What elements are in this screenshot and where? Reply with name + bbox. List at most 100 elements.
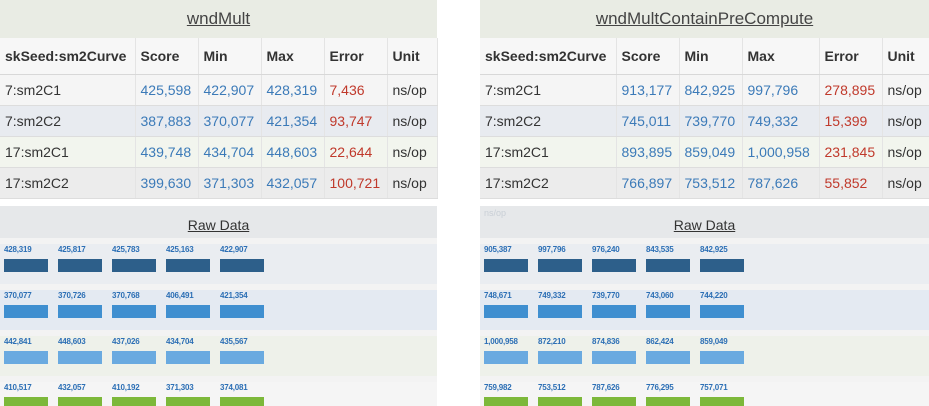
raw-data-cell: 744,220: [700, 290, 744, 318]
raw-data-cell: 862,424: [646, 336, 690, 364]
column-header-params[interactable]: skSeed:sm2Curve: [480, 38, 617, 75]
cell-min: 434,704: [198, 136, 262, 168]
cell-error: 7,436: [324, 74, 388, 106]
raw-data-value: 905,387: [484, 245, 512, 254]
table-row: 17:sm2C1 893,895 859,049 1,000,958 231,8…: [480, 136, 929, 168]
cell-params: 7:sm2C1: [480, 74, 617, 106]
raw-data-row: 905,387 997,796 976,240 843,535 842,925: [480, 244, 929, 284]
column-header-score[interactable]: Score: [135, 38, 199, 75]
raw-data-cell: 874,836: [592, 336, 636, 364]
panel-title-link[interactable]: wndMultContainPreCompute: [596, 9, 813, 28]
raw-data-value: 425,817: [58, 245, 86, 254]
panel-wndmultcontainprecompute: wndMultContainPreCompute skSeed:sm2Curve…: [480, 0, 929, 406]
cell-error: 231,845: [819, 136, 883, 168]
column-header-error[interactable]: Error: [819, 38, 883, 75]
raw-data-bar: [646, 259, 690, 272]
raw-data-bar: [166, 259, 210, 272]
raw-data-header: Raw Data: [480, 206, 929, 238]
raw-data-bar: [700, 397, 744, 406]
raw-data-bar: [484, 351, 528, 364]
raw-data-cell: 425,163: [166, 244, 210, 272]
table-header-row: skSeed:sm2Curve Score Min Max Error Unit: [0, 38, 438, 75]
raw-data-cell: 872,210: [538, 336, 582, 364]
raw-data-bar: [220, 351, 264, 364]
cell-unit: ns/op: [387, 167, 438, 199]
raw-data-bar: [58, 305, 102, 318]
column-header-min[interactable]: Min: [679, 38, 743, 75]
panel-title: wndMult: [0, 0, 437, 38]
column-header-params[interactable]: skSeed:sm2Curve: [0, 38, 136, 75]
panel-title-link[interactable]: wndMult: [187, 9, 250, 28]
raw-data-value: 425,783: [112, 245, 140, 254]
cell-params: 7:sm2C2: [480, 105, 617, 137]
cell-params: 17:sm2C1: [0, 136, 136, 168]
cell-score: 893,895: [616, 136, 680, 168]
cell-min: 371,303: [198, 167, 262, 199]
cell-params: 7:sm2C2: [0, 105, 136, 137]
raw-data-bar: [220, 305, 264, 318]
column-header-unit[interactable]: Unit: [882, 38, 929, 75]
cell-score: 399,630: [135, 167, 199, 199]
cell-unit: ns/op: [882, 105, 929, 137]
cell-unit: ns/op: [387, 105, 438, 137]
raw-data-row: 370,077 370,726 370,768 406,491 421,354: [0, 290, 437, 330]
raw-data-cell: 410,517: [4, 382, 48, 406]
cell-score: 766,897: [616, 167, 680, 199]
raw-data-value: 843,535: [646, 245, 674, 254]
raw-data-toggle[interactable]: Raw Data: [674, 217, 735, 233]
cell-error: 93,747: [324, 105, 388, 137]
raw-data-cell: 434,704: [166, 336, 210, 364]
raw-data-value: 370,077: [4, 291, 32, 300]
column-header-max[interactable]: Max: [261, 38, 325, 75]
raw-data-cell: 448,603: [58, 336, 102, 364]
cell-unit: ns/op: [387, 74, 438, 106]
results-table: skSeed:sm2Curve Score Min Max Error Unit…: [480, 38, 929, 199]
cell-params: 17:sm2C2: [480, 167, 617, 199]
cell-max: 421,354: [261, 105, 325, 137]
raw-data-row: 428,319 425,817 425,783 425,163 422,907: [0, 244, 437, 284]
cell-error: 100,721: [324, 167, 388, 199]
column-header-min[interactable]: Min: [198, 38, 262, 75]
raw-data-bar: [538, 397, 582, 406]
raw-data-value: 862,424: [646, 337, 674, 346]
raw-data-value: 859,049: [700, 337, 728, 346]
raw-data-value: 410,517: [4, 383, 32, 392]
table-row: 17:sm2C2 399,630 371,303 432,057 100,721…: [0, 167, 438, 199]
raw-data-cell: 748,671: [484, 290, 528, 318]
raw-data-row: 1,000,958 872,210 874,836 862,424 859,049: [480, 336, 929, 376]
raw-data-value: 874,836: [592, 337, 620, 346]
column-header-unit[interactable]: Unit: [387, 38, 438, 75]
table-row: 17:sm2C1 439,748 434,704 448,603 22,644 …: [0, 136, 438, 168]
raw-data-bar: [592, 351, 636, 364]
raw-data-bar: [538, 351, 582, 364]
cell-max: 432,057: [261, 167, 325, 199]
raw-data-bar: [700, 305, 744, 318]
cell-unit: ns/op: [387, 136, 438, 168]
cell-score: 913,177: [616, 74, 680, 106]
raw-data-value: 437,026: [112, 337, 140, 346]
raw-data-toggle[interactable]: Raw Data: [188, 217, 249, 233]
raw-data-row: 442,841 448,603 437,026 434,704 435,567: [0, 336, 437, 376]
raw-data-value: 744,220: [700, 291, 728, 300]
raw-data-value: 753,512: [538, 383, 566, 392]
raw-data-header: Raw Data: [0, 206, 437, 238]
table-row: 7:sm2C2 387,883 370,077 421,354 93,747 n…: [0, 105, 438, 137]
results-table: skSeed:sm2Curve Score Min Max Error Unit…: [0, 38, 438, 199]
raw-data-value: 371,303: [166, 383, 194, 392]
raw-data-cell: 435,567: [220, 336, 264, 364]
raw-data-cell: 757,071: [700, 382, 744, 406]
cell-score: 387,883: [135, 105, 199, 137]
raw-data-section: ns/op Raw Data 905,387 997,796 976,240 843,…: [480, 206, 929, 406]
panel-wndmult: wndMult skSeed:sm2Curve Score Min Max Er…: [0, 0, 438, 406]
column-header-score[interactable]: Score: [616, 38, 680, 75]
raw-data-value: 442,841: [4, 337, 32, 346]
column-header-max[interactable]: Max: [742, 38, 820, 75]
raw-data-value: 410,192: [112, 383, 140, 392]
table-row: 7:sm2C1 425,598 422,907 428,319 7,436 ns…: [0, 74, 438, 106]
raw-data-cell: 371,303: [166, 382, 210, 406]
column-header-error[interactable]: Error: [324, 38, 388, 75]
raw-data-bar: [166, 351, 210, 364]
raw-data-bar: [166, 305, 210, 318]
cell-score: 439,748: [135, 136, 199, 168]
table-row: 7:sm2C2 745,011 739,770 749,332 15,399 n…: [480, 105, 929, 137]
